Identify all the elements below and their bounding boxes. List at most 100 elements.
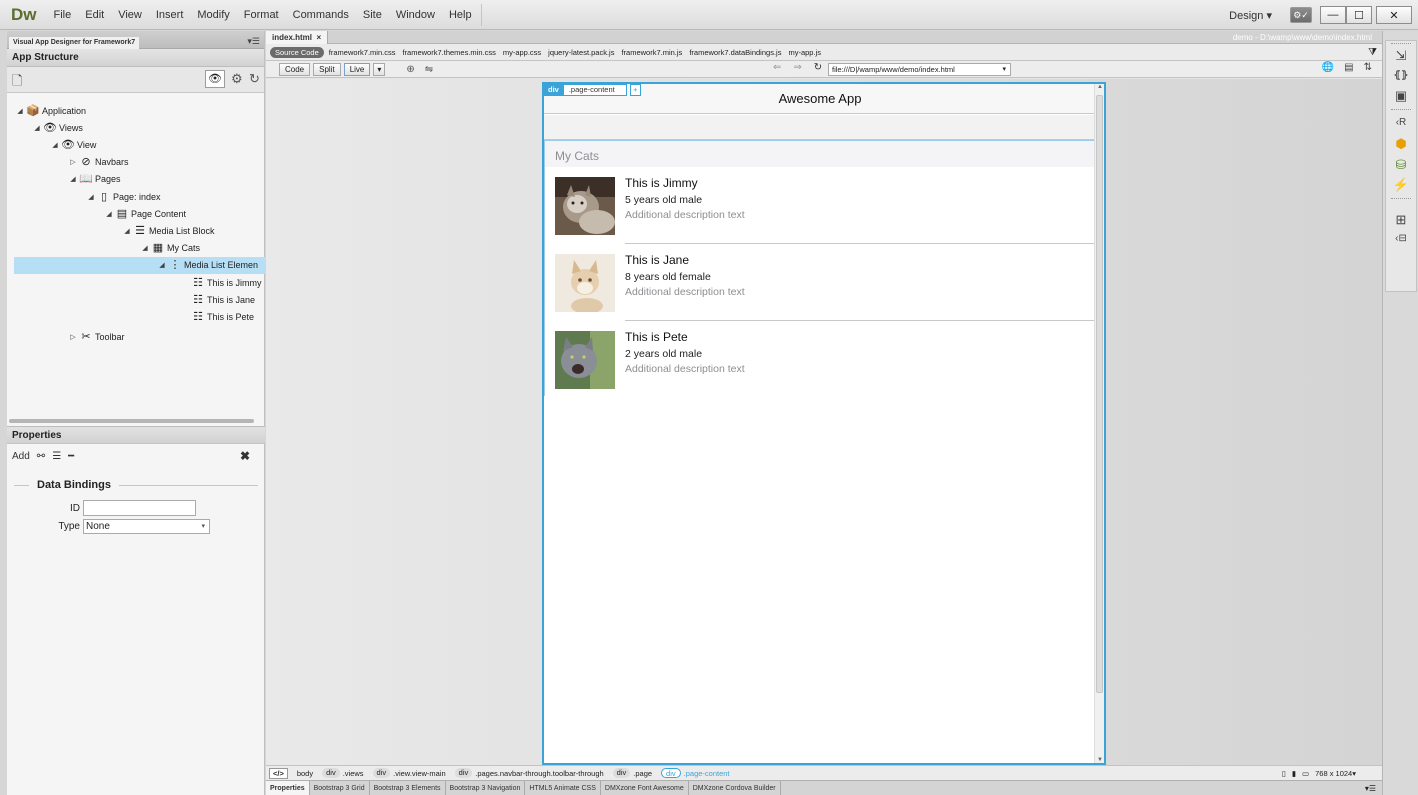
tag-class[interactable]: .views: [343, 769, 364, 778]
tree-item-view[interactable]: ◢ 👁 View: [50, 137, 96, 154]
id-input[interactable]: [83, 500, 196, 516]
panel-tab-visual-app-designer[interactable]: Visual App Designer for Framework7: [9, 37, 140, 49]
code-view-button[interactable]: Code: [279, 62, 311, 76]
expand-arrow-icon[interactable]: ◢: [86, 189, 96, 206]
list-icon[interactable]: ☰: [52, 451, 61, 462]
drag-grip[interactable]: [1391, 109, 1411, 111]
workspace-switcher[interactable]: Design ▾: [1229, 9, 1272, 22]
link-icon[interactable]: ⚯: [37, 451, 45, 462]
tree-item-navbars[interactable]: ▷ ⊘ Navbars: [68, 154, 128, 171]
related-file[interactable]: my-app.css: [503, 48, 541, 57]
database-icon[interactable]: ⛁: [1392, 156, 1410, 174]
assets-icon[interactable]: ▣: [1392, 87, 1410, 105]
drag-grip[interactable]: [1391, 198, 1411, 200]
expand-arrow-icon[interactable]: ▷: [68, 154, 78, 171]
menu-view[interactable]: View: [111, 0, 149, 30]
viewport-scrollbar[interactable]: ▲ ▼: [1094, 84, 1104, 763]
tree-item-views[interactable]: ◢ 👁 Views: [32, 120, 83, 137]
tree-item-pete[interactable]: ☷ This is Pete: [190, 309, 254, 326]
new-document-icon[interactable]: 🗋: [12, 72, 22, 94]
related-file[interactable]: framework7.min.css: [329, 48, 396, 57]
tag-class[interactable]: .pages.navbar-through.toolbar-through: [475, 769, 603, 778]
tree-item-media-list-block[interactable]: ◢ ☰ Media List Block: [122, 223, 214, 240]
menu-help[interactable]: Help: [442, 0, 479, 30]
expand-arrow-icon[interactable]: ▷: [68, 329, 78, 346]
scroll-up-icon[interactable]: ▲: [1097, 84, 1103, 90]
inspect-icon[interactable]: ⊕: [406, 64, 414, 75]
files-icon[interactable]: ⊞: [1392, 211, 1410, 229]
tab-bootstrap-grid[interactable]: Bootstrap 3 Grid: [310, 780, 370, 795]
tag-class[interactable]: .view.view-main: [393, 769, 446, 778]
tag-div-selected[interactable]: div: [661, 768, 681, 778]
tag-class[interactable]: .page: [633, 769, 652, 778]
scroll-down-icon[interactable]: ▼: [1097, 757, 1103, 763]
expand-arrow-icon[interactable]: ◢: [104, 206, 114, 223]
tag-div[interactable]: div: [454, 768, 473, 778]
tag-div[interactable]: div: [612, 768, 631, 778]
close-button[interactable]: ✕: [1376, 6, 1412, 24]
menu-modify[interactable]: Modify: [190, 0, 236, 30]
related-file[interactable]: jquery-latest.pack.js: [548, 48, 614, 57]
insert-panel-icon[interactable]: ⇲: [1392, 47, 1410, 65]
dom-icon[interactable]: ‹⊟: [1392, 230, 1410, 248]
minimize-button[interactable]: —: [1320, 6, 1346, 24]
tree-item-page-content[interactable]: ◢ ▤ Page Content: [104, 206, 186, 223]
remove-icon[interactable]: ━: [68, 451, 74, 462]
tree-horizontal-scrollbar[interactable]: [9, 419, 254, 423]
behaviors-icon[interactable]: ⚡: [1392, 176, 1410, 194]
related-file[interactable]: framework7.min.js: [621, 48, 682, 57]
tab-index-html[interactable]: index.html ×: [266, 31, 329, 44]
panel-menu-icon[interactable]: ▾☰: [1365, 784, 1376, 793]
tree-item-toolbar[interactable]: ▷ ✂ Toolbar: [68, 329, 124, 346]
list-item[interactable]: This is Jimmy 5 years old male Additiona…: [545, 167, 1095, 244]
live-view-button[interactable]: Live: [343, 62, 371, 76]
expand-arrow-icon[interactable]: ◢: [122, 223, 132, 240]
add-class-icon[interactable]: +: [629, 84, 641, 96]
menu-file[interactable]: File: [47, 0, 79, 30]
bootstrap-icon[interactable]: ⬢: [1392, 135, 1410, 153]
code-icon[interactable]: </>: [269, 767, 288, 779]
tree-item-my-cats[interactable]: ◢ ▦ My Cats: [140, 240, 200, 257]
sort-icon[interactable]: ⇅: [1364, 62, 1372, 73]
tab-bootstrap-navigation[interactable]: Bootstrap 3 Navigation: [446, 780, 526, 795]
tab-font-awesome[interactable]: DMXzone Font Awesome: [601, 780, 689, 795]
split-view-button[interactable]: Split: [313, 62, 341, 76]
address-bar[interactable]: file:///D|/wamp/www/demo/index.html ▾: [828, 63, 1011, 76]
forward-arrow-icon[interactable]: ⇒: [793, 62, 801, 73]
menu-edit[interactable]: Edit: [78, 0, 111, 30]
desktop-size-icon[interactable]: ▭: [1302, 769, 1309, 778]
tag-div[interactable]: div: [322, 768, 340, 778]
phone-size-icon[interactable]: ▯: [1282, 769, 1286, 778]
drag-grip[interactable]: [1391, 43, 1411, 45]
expand-arrow-icon[interactable]: ◢: [157, 257, 167, 274]
tree-item-jane[interactable]: ☷ This is Jane: [190, 292, 255, 309]
sync-icon[interactable]: ⇋: [425, 64, 433, 75]
menu-window[interactable]: Window: [389, 0, 442, 30]
tree-item-jimmy[interactable]: ☷ This is Jimmy: [190, 275, 261, 292]
list-item[interactable]: This is Jane 8 years old female Addition…: [545, 244, 1095, 321]
tab-properties[interactable]: Properties: [266, 780, 310, 795]
back-arrow-icon[interactable]: ⇐: [773, 62, 781, 73]
refresh-icon[interactable]: ↻: [249, 71, 260, 87]
source-code-button[interactable]: Source Code: [270, 46, 324, 58]
tree-item-page-index[interactable]: ◢ ▯ Page: index: [86, 189, 160, 206]
maximize-button[interactable]: ☐: [1346, 6, 1372, 24]
page-check-icon[interactable]: ▤: [1344, 62, 1353, 73]
refresh-icon[interactable]: ↻: [814, 62, 822, 73]
close-icon[interactable]: ×: [316, 33, 321, 42]
sync-settings-icon[interactable]: ⚙✓: [1290, 7, 1312, 23]
panel-menu-icon[interactable]: ▾☰: [247, 36, 260, 47]
expand-arrow-icon[interactable]: ◢: [140, 240, 150, 257]
tablet-size-icon[interactable]: ▮: [1292, 769, 1296, 778]
window-size-dropdown[interactable]: 768 x 1024▾: [1315, 769, 1356, 778]
menu-site[interactable]: Site: [356, 0, 389, 30]
gear-icon[interactable]: ⚙: [231, 71, 243, 87]
tab-bootstrap-elements[interactable]: Bootstrap 3 Elements: [370, 780, 446, 795]
tag-class-selected[interactable]: .page-content: [684, 769, 730, 778]
page-content[interactable]: My Cats This is Jimmy 5 years old male A…: [544, 140, 1096, 396]
element-class-input[interactable]: .page-content: [562, 84, 627, 96]
menu-format[interactable]: Format: [237, 0, 286, 30]
css-designer-icon[interactable]: ⦃⦄: [1392, 67, 1410, 85]
tree-item-pages[interactable]: ◢ 📖 Pages: [68, 171, 120, 188]
tree-item-application[interactable]: ◢ 📦 Application: [15, 103, 86, 120]
